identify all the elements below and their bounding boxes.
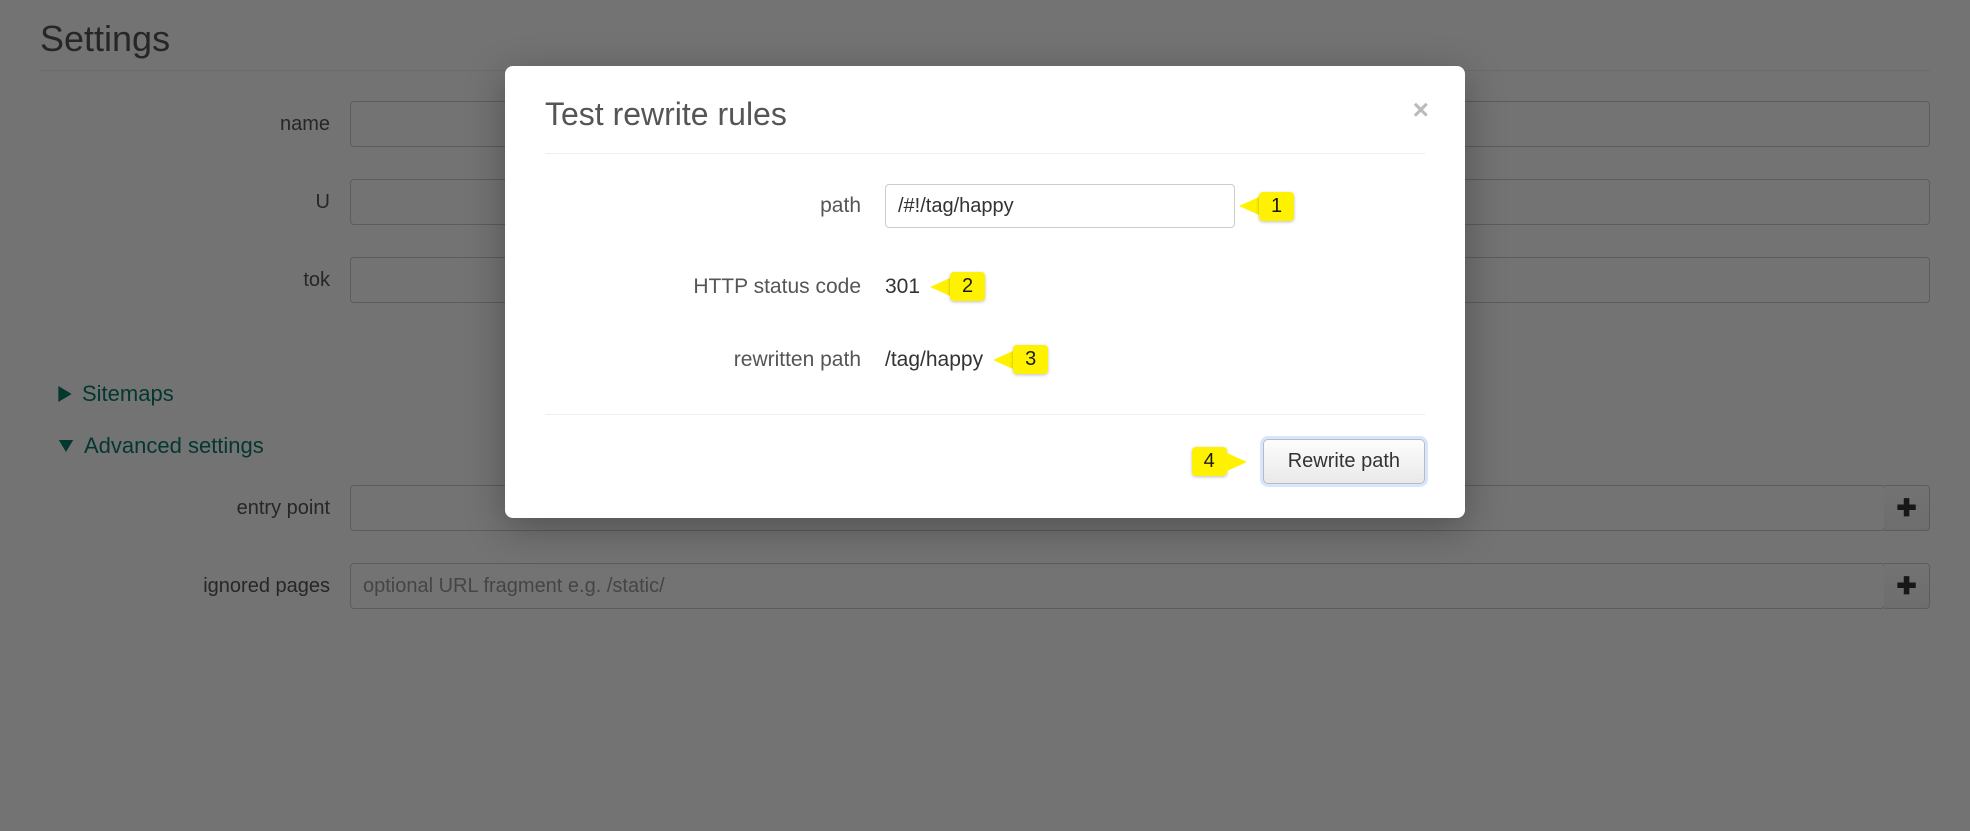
row-status: HTTP status code 301 2: [545, 272, 1425, 301]
close-icon[interactable]: ×: [1413, 96, 1429, 124]
modal-footer: 4 Rewrite path: [545, 415, 1425, 484]
annotation-4: 4: [1192, 447, 1251, 476]
annotation-3-label: 3: [1013, 345, 1048, 374]
label-path: path: [545, 194, 885, 218]
label-rewritten: rewritten path: [545, 348, 885, 372]
row-path: path 1: [545, 184, 1425, 228]
annotation-1-label: 1: [1259, 192, 1294, 221]
annotation-3: 3: [989, 345, 1048, 374]
row-rewritten: rewritten path /tag/happy 3: [545, 345, 1425, 374]
annotation-2: 2: [926, 272, 985, 301]
annotation-2-label: 2: [950, 272, 985, 301]
rewrite-path-button[interactable]: Rewrite path: [1263, 439, 1425, 484]
path-input[interactable]: [885, 184, 1235, 228]
test-rewrite-rules-modal: × Test rewrite rules path 1 HTTP status …: [505, 66, 1465, 518]
modal-body: path 1 HTTP status code 301 2 rewritten …: [545, 154, 1425, 415]
label-status: HTTP status code: [545, 275, 885, 299]
annotation-1: 1: [1235, 192, 1294, 221]
modal-title: Test rewrite rules: [545, 96, 1425, 154]
rewritten-path-value: /tag/happy: [885, 348, 983, 372]
modal-overlay: × Test rewrite rules path 1 HTTP status …: [0, 0, 1970, 831]
annotation-4-label: 4: [1192, 447, 1227, 476]
status-code-value: 301: [885, 275, 920, 299]
